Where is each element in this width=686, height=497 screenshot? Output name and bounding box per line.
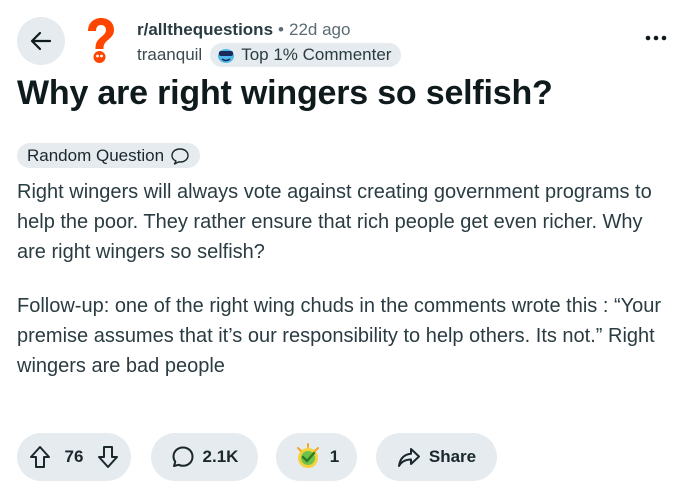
share-icon bbox=[397, 448, 420, 467]
user-flair-badge: Top 1% Commenter bbox=[210, 43, 402, 67]
upvote-button[interactable] bbox=[29, 445, 51, 469]
author-link[interactable]: traanquil bbox=[137, 45, 202, 65]
back-button[interactable] bbox=[17, 17, 65, 65]
vote-control: 76 bbox=[17, 433, 131, 481]
post-meta: r/allthequestions • 22d ago traanquil To… bbox=[137, 18, 402, 68]
award-count: 1 bbox=[329, 447, 340, 466]
comments-button[interactable]: 2.1K bbox=[151, 433, 258, 481]
share-button[interactable]: Share bbox=[376, 433, 497, 481]
post-paragraph: Right wingers will always vote against c… bbox=[17, 181, 652, 263]
ellipsis-icon bbox=[645, 35, 667, 41]
post-body: Right wingers will always vote against c… bbox=[17, 177, 677, 405]
award-button[interactable]: 1 bbox=[276, 433, 357, 481]
downvote-icon bbox=[97, 446, 118, 468]
vote-count: 76 bbox=[64, 447, 84, 466]
arrow-left-icon bbox=[30, 31, 52, 51]
comment-icon bbox=[172, 446, 194, 467]
speech-bubble-icon bbox=[171, 147, 189, 165]
more-options-button[interactable] bbox=[642, 24, 670, 52]
question-mark-avatar-icon bbox=[88, 18, 114, 63]
award-icon bbox=[296, 443, 319, 468]
post-flair[interactable]: Random Question bbox=[17, 143, 201, 168]
downvote-button[interactable] bbox=[97, 445, 119, 469]
commenter-badge-icon bbox=[218, 49, 235, 63]
subreddit-avatar[interactable] bbox=[76, 17, 124, 65]
post-title: Why are right wingers so selfish? bbox=[17, 74, 553, 112]
post-flair-label: Random Question bbox=[27, 145, 165, 165]
upvote-icon bbox=[30, 446, 50, 468]
share-label: Share bbox=[428, 447, 477, 466]
action-bar: 76 2.1K 1 Share bbox=[17, 433, 497, 481]
post-age: 22d ago bbox=[288, 20, 351, 39]
subreddit-link[interactable]: r/allthequestions bbox=[137, 20, 273, 40]
user-flair-label: Top 1% Commenter bbox=[241, 45, 392, 64]
meta-separator: • bbox=[278, 20, 284, 39]
post-paragraph: Follow-up: one of the right wing chuds i… bbox=[17, 295, 662, 377]
comment-count: 2.1K bbox=[202, 447, 239, 466]
